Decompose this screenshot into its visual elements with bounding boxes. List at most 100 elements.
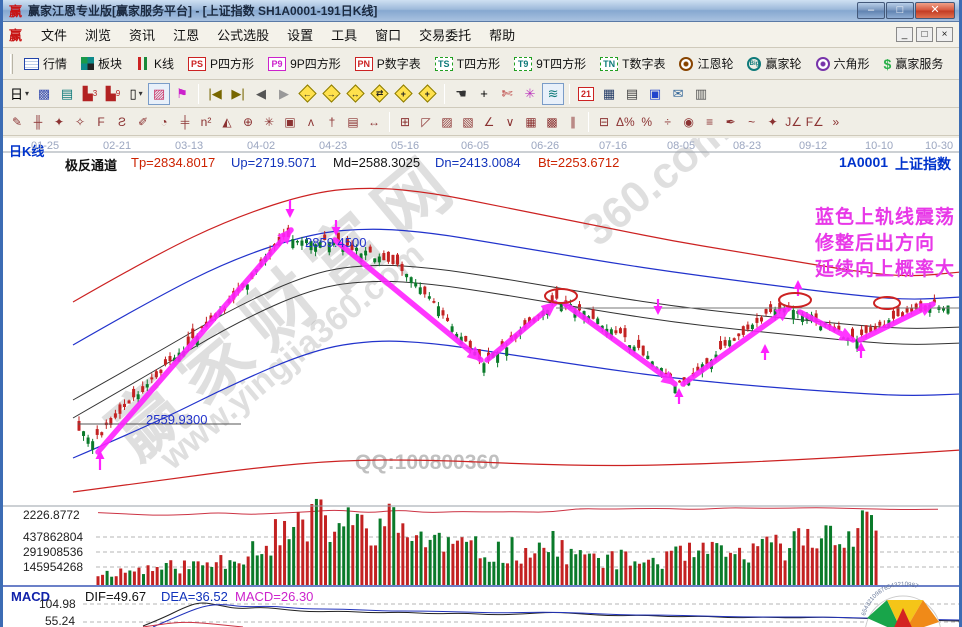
- diamond-expand-icon[interactable]: +: [416, 83, 439, 105]
- p-square-button[interactable]: PSP四方形: [182, 52, 260, 75]
- menu-stock-picker[interactable]: 公式选股: [208, 22, 278, 47]
- sectors-button[interactable]: 板块: [75, 52, 128, 75]
- diamond-cross-icon[interactable]: +: [392, 83, 415, 105]
- diamond-swap-icon[interactable]: ⇄: [368, 83, 391, 105]
- diamond-lr-icon[interactable]: ↔: [344, 83, 367, 105]
- memo-icon[interactable]: ▤: [56, 83, 78, 105]
- gann-wheel-button[interactable]: 江恩轮: [673, 52, 739, 75]
- tile-windows-icon[interactable]: ▩: [33, 83, 55, 105]
- titlebar: 赢 赢家江恩专业版[赢家服务平台] - [上证指数 SH1A0001-191日K…: [3, 0, 959, 22]
- candle-type-button[interactable]: ▯▾: [125, 83, 147, 105]
- square-n2-icon[interactable]: n²: [196, 111, 216, 132]
- brush-icon[interactable]: ✒: [721, 111, 741, 132]
- fibonacci-icon[interactable]: F: [91, 111, 111, 132]
- delta-percent-icon[interactable]: Δ%: [615, 111, 636, 132]
- percent-icon[interactable]: %: [637, 111, 657, 132]
- spiral-icon[interactable]: Ƨ: [112, 111, 132, 132]
- close-button[interactable]: ✕: [915, 2, 955, 19]
- parallel-lines-icon[interactable]: ∥: [563, 111, 583, 132]
- menu-gann[interactable]: 江恩: [164, 22, 208, 47]
- f-angle-icon[interactable]: F∠: [805, 111, 825, 132]
- bars-3-icon[interactable]: ▙3: [79, 83, 101, 105]
- winner-wheel-button[interactable]: Big赢家轮: [741, 52, 807, 75]
- snip-tool-icon[interactable]: ✄: [496, 83, 518, 105]
- gann-fan-icon[interactable]: ╫: [28, 111, 48, 132]
- mdi-restore-button[interactable]: □: [916, 27, 933, 42]
- first-bar-icon[interactable]: |◀: [204, 83, 226, 105]
- menu-help[interactable]: 帮助: [480, 22, 524, 47]
- pencil-icon[interactable]: ✐: [133, 111, 153, 132]
- date-tick: 04-02: [247, 140, 275, 152]
- diamond-left-icon[interactable]: ←: [296, 83, 319, 105]
- grid-line-icon[interactable]: ╪: [175, 111, 195, 132]
- mail-icon[interactable]: ✉: [667, 83, 689, 105]
- crosshair-tool-icon[interactable]: +: [473, 83, 495, 105]
- star-burst-icon[interactable]: ✳: [259, 111, 279, 132]
- j-angle-icon[interactable]: J∠: [784, 111, 804, 132]
- wave-ruler-icon[interactable]: ~: [742, 111, 762, 132]
- pen-tool-icon[interactable]: ✎: [7, 111, 27, 132]
- t-square-button[interactable]: TST四方形: [429, 52, 506, 75]
- menu-window[interactable]: 窗口: [366, 22, 410, 47]
- save-icon[interactable]: ▣: [644, 83, 666, 105]
- calculator-icon[interactable]: ▦: [598, 83, 620, 105]
- flag-icon[interactable]: ⚑: [171, 83, 193, 105]
- diamond-right-icon[interactable]: →: [320, 83, 343, 105]
- export-icon[interactable]: ▥: [690, 83, 712, 105]
- quotes-button[interactable]: 行情: [18, 52, 73, 75]
- gold-line1-icon[interactable]: ✦: [49, 111, 69, 132]
- menu-browse[interactable]: 浏览: [76, 22, 120, 47]
- more-tools-chevron[interactable]: »: [826, 111, 846, 132]
- gold-line2-icon[interactable]: ✧: [70, 111, 90, 132]
- period-day-button[interactable]: 日▾: [7, 83, 32, 105]
- target-circle-icon[interactable]: ⊕: [238, 111, 258, 132]
- bars-9-icon[interactable]: ▙9: [102, 83, 124, 105]
- maximize-button[interactable]: □: [886, 2, 914, 19]
- pattern-tool-icon[interactable]: ✳: [519, 83, 541, 105]
- mdi-close-button[interactable]: ×: [936, 27, 953, 42]
- hand-tool-icon[interactable]: ☚: [450, 83, 472, 105]
- box-tool-icon[interactable]: ▣: [280, 111, 300, 132]
- grid-box-icon[interactable]: ⊞: [395, 111, 415, 132]
- gold-rule-icon[interactable]: ≡: [700, 111, 720, 132]
- ruler-icon[interactable]: ↔: [364, 111, 384, 132]
- next-bar-icon[interactable]: ▶: [273, 83, 295, 105]
- winner-service-button[interactable]: $赢家服务: [878, 52, 950, 75]
- menu-file[interactable]: 文件: [32, 22, 76, 47]
- prev-bar-icon[interactable]: ◀: [250, 83, 272, 105]
- t-number-button[interactable]: TNT数字表: [594, 52, 671, 75]
- hatch-box2-icon[interactable]: ▧: [458, 111, 478, 132]
- percent-line-icon[interactable]: ÷: [658, 111, 678, 132]
- wave-tool-icon[interactable]: ≋: [542, 83, 564, 105]
- indicator-name[interactable]: 极反通道: [65, 155, 117, 174]
- ray-fan-icon[interactable]: ◸: [416, 111, 436, 132]
- time-cycle-icon[interactable]: ◔: [154, 111, 174, 132]
- last-bar-icon[interactable]: ▶|: [227, 83, 249, 105]
- zigzag-icon[interactable]: ∨: [500, 111, 520, 132]
- report-icon[interactable]: ▤: [621, 83, 643, 105]
- gann-grid-icon[interactable]: ▨: [148, 83, 170, 105]
- mdi-minimize-button[interactable]: _: [896, 27, 913, 42]
- calendar-icon[interactable]: 21: [575, 83, 597, 105]
- shen-tool-icon[interactable]: †: [322, 111, 342, 132]
- menu-tools[interactable]: 工具: [322, 22, 366, 47]
- dense-grid2-icon[interactable]: ▩: [542, 111, 562, 132]
- menu-settings[interactable]: 设置: [278, 22, 322, 47]
- p9-square-button[interactable]: P99P四方形: [262, 52, 347, 75]
- k-mark-icon[interactable]: ʌ: [301, 111, 321, 132]
- hatch-box-icon[interactable]: ▨: [437, 111, 457, 132]
- kline-button[interactable]: K线: [130, 52, 180, 75]
- angle-line-icon[interactable]: ∠: [479, 111, 499, 132]
- t9-square-button[interactable]: T99T四方形: [508, 52, 592, 75]
- hexagon-button[interactable]: 六角形: [810, 52, 876, 75]
- kite-icon[interactable]: ◭: [217, 111, 237, 132]
- p-number-button[interactable]: PNP数字表: [349, 52, 427, 75]
- gold-ring-icon[interactable]: ◉: [679, 111, 699, 132]
- stats-box-icon[interactable]: ⊟: [594, 111, 614, 132]
- dense-grid-icon[interactable]: ▦: [521, 111, 541, 132]
- menu-news[interactable]: 资讯: [120, 22, 164, 47]
- gold-mark-icon[interactable]: ✦: [763, 111, 783, 132]
- menu-trade[interactable]: 交易委托: [410, 22, 480, 47]
- ying-tool-icon[interactable]: ▤: [343, 111, 363, 132]
- minimize-button[interactable]: –: [857, 2, 885, 19]
